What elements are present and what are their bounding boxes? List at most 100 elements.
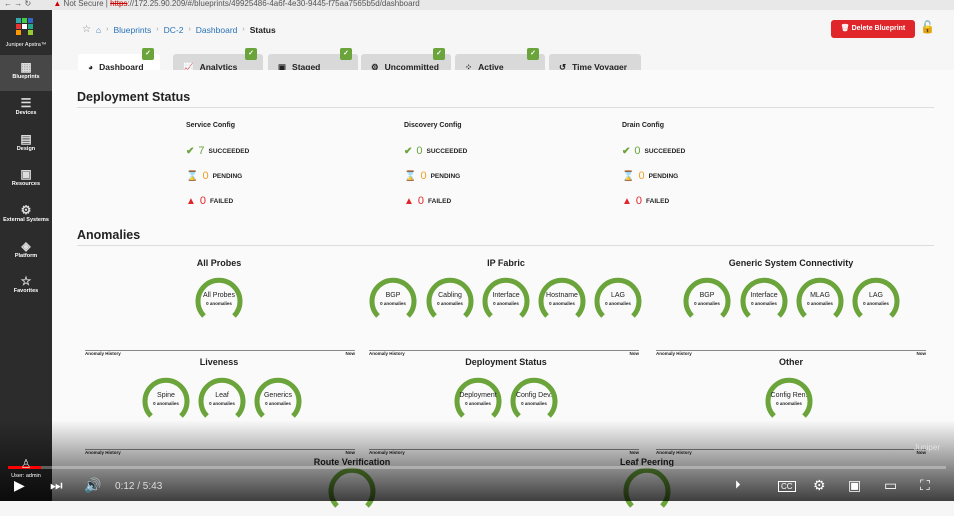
probe-name: Config Ren. <box>770 392 808 399</box>
check-badge-icon: ✓ <box>245 48 257 60</box>
apstra-logo <box>16 18 34 36</box>
sidebar-item-favorites[interactable]: ☆ Favorites <box>0 274 52 294</box>
sidebar-item-devices[interactable]: ☰ Devices <box>0 96 52 116</box>
failed-label: FAILED <box>210 197 234 205</box>
autoplay-toggle[interactable]: ⏵ <box>735 479 741 492</box>
anomaly-gauge[interactable]: LAG 0 anomalies <box>850 274 902 326</box>
anomaly-history-timeline[interactable]: Anomaly History Now <box>369 350 639 356</box>
probe-anomaly-count: 0 anomalies <box>549 301 575 306</box>
status-pending[interactable]: ⌛ 0 PENDING <box>622 170 678 182</box>
anomaly-gauge[interactable]: BGP 0 anomalies <box>681 274 733 326</box>
video-progress-bar[interactable] <box>8 466 946 469</box>
succeeded-icon: ✔ <box>404 145 413 157</box>
succeeded-count: 7 <box>198 145 205 157</box>
pending-label: PENDING <box>648 172 679 180</box>
next-icon[interactable]: ⏭ <box>50 477 63 494</box>
failed-label: FAILED <box>646 197 670 205</box>
fullscreen-icon[interactable]: ⛶ <box>920 477 930 494</box>
delete-blueprint-button[interactable]: 🗑 Delete Blueprint <box>831 20 915 38</box>
anomaly-group-title: Liveness <box>199 357 239 367</box>
anomaly-gauge[interactable]: BGP 0 anomalies <box>367 274 419 326</box>
anomaly-gauge[interactable]: Config Dev. 0 anomalies <box>508 374 560 426</box>
url-scheme: https <box>110 0 128 8</box>
status-pending[interactable]: ⌛ 0 PENDING <box>404 170 460 182</box>
miniplayer-icon[interactable]: ▣ <box>848 477 861 494</box>
video-time: 0:12 / 5:43 <box>115 481 163 492</box>
home-icon[interactable]: ⌂ <box>96 25 101 35</box>
design-icon: ▤ <box>20 132 32 146</box>
status-failed[interactable]: ▲ 0 FAILED <box>186 195 233 207</box>
sidebar-label: Design <box>16 146 36 152</box>
unlock-icon[interactable]: 🔓 <box>920 20 935 34</box>
sidebar-label: Platform <box>14 253 38 259</box>
anomaly-gauge[interactable]: Leaf 0 anomalies <box>196 374 248 426</box>
anomaly-gauge[interactable]: Hostname 0 anomalies <box>536 274 588 326</box>
sidebar-item-resources[interactable]: ▣ Resources <box>0 167 52 187</box>
blueprints-icon: ▦ <box>20 60 32 74</box>
sidebar-item-design[interactable]: ▤ Design <box>0 132 52 152</box>
theater-mode-icon[interactable]: ▭ <box>884 477 897 494</box>
breadcrumb-dc2[interactable]: DC-2 <box>164 25 184 35</box>
gauge-arc <box>369 277 417 318</box>
anomaly-gauge[interactable]: LAG 0 anomalies <box>592 274 644 326</box>
settings-icon[interactable]: ⚙ <box>813 477 826 494</box>
probe-anomaly-count: 0 anomalies <box>863 301 889 306</box>
anomaly-gauge[interactable]: Config Ren. 0 anomalies <box>763 374 815 426</box>
history-label: Anomaly History <box>85 351 121 356</box>
status-failed[interactable]: ▲ 0 FAILED <box>404 195 451 207</box>
status-failed[interactable]: ▲ 0 FAILED <box>622 195 669 207</box>
anomaly-gauge[interactable]: Interface 0 anomalies <box>738 274 790 326</box>
anomaly-history-timeline[interactable]: Anomaly History Now <box>85 350 355 356</box>
gauge-arc <box>594 277 642 318</box>
gauge-arc <box>852 277 900 318</box>
sidebar-item-platform[interactable]: ◈ Platform <box>0 239 52 259</box>
pending-label: PENDING <box>212 172 243 180</box>
probe-anomaly-count: 0 anomalies <box>209 401 235 406</box>
user-menu[interactable]: ♙ User: admin <box>0 457 52 479</box>
anomaly-gauge[interactable]: Spine 0 anomalies <box>140 374 192 426</box>
anomaly-group-title: IP Fabric <box>487 258 525 268</box>
back-icon[interactable]: ← → ↻ <box>4 0 31 8</box>
probe-name: Config Dev. <box>515 392 553 399</box>
probe-anomaly-count: 0 anomalies <box>465 401 491 406</box>
probe-anomaly-count: 0 anomalies <box>153 401 179 406</box>
volume-icon[interactable]: 🔊 <box>84 477 101 494</box>
anomaly-gauge[interactable]: Generics 0 anomalies <box>252 374 304 426</box>
failed-count: 0 <box>199 195 207 207</box>
probe-anomaly-count: 0 anomalies <box>437 301 463 306</box>
status-succeeded[interactable]: ✔ 0 SUCCEEDED <box>404 145 467 157</box>
anomaly-gauge[interactable]: All Probes 0 anomalies <box>193 274 245 326</box>
star-icon[interactable]: ☆ <box>82 24 91 35</box>
probe-name: Interface <box>492 292 520 299</box>
user-icon: ♙ <box>20 457 32 471</box>
url-text[interactable]: ://172.25.90.209/#/blueprints/49925486-4… <box>127 0 419 8</box>
probe-name: MLAG <box>810 292 830 299</box>
check-badge-icon: ✓ <box>142 48 154 60</box>
browser-address-bar[interactable]: ← → ↻ ▲ Not Secure | https://172.25.90.2… <box>0 0 954 10</box>
check-badge-icon: ✓ <box>527 48 539 60</box>
captions-icon[interactable]: CC <box>778 481 796 492</box>
sidebar-item-external-systems[interactable]: ⚙ External Systems <box>0 203 52 223</box>
play-icon[interactable]: ▶ <box>14 477 25 494</box>
gauge-arc <box>740 277 788 318</box>
anomaly-gauge[interactable]: Cabling 0 anomalies <box>424 274 476 326</box>
trash-icon: 🗑 <box>840 25 852 32</box>
status-succeeded[interactable]: ✔ 7 SUCCEEDED <box>186 145 249 157</box>
succeeded-label: SUCCEEDED <box>644 147 686 155</box>
anomaly-group-title: Deployment Status <box>465 357 547 367</box>
sidebar-label: External Systems <box>3 217 49 223</box>
anomaly-gauge[interactable]: Interface 0 anomalies <box>480 274 532 326</box>
breadcrumb-blueprints[interactable]: Blueprints <box>113 25 151 35</box>
anomaly-group-title: Other <box>778 357 803 367</box>
status-pending[interactable]: ⌛ 0 PENDING <box>186 170 242 182</box>
breadcrumb-status: Status <box>249 24 276 35</box>
gauge-arc <box>254 377 302 418</box>
anomaly-gauge[interactable]: Deployment 0 anomalies <box>452 374 504 426</box>
gauge-arc <box>538 277 586 318</box>
sidebar-item-blueprints[interactable]: ▦ Blueprints <box>0 55 52 91</box>
pending-icon: ⌛ <box>186 170 199 182</box>
anomaly-history-timeline[interactable]: Anomaly History Now <box>656 350 926 356</box>
breadcrumb-dashboard[interactable]: Dashboard <box>196 25 238 35</box>
status-succeeded[interactable]: ✔ 0 SUCCEEDED <box>622 145 685 157</box>
anomaly-gauge[interactable]: MLAG 0 anomalies <box>794 274 846 326</box>
